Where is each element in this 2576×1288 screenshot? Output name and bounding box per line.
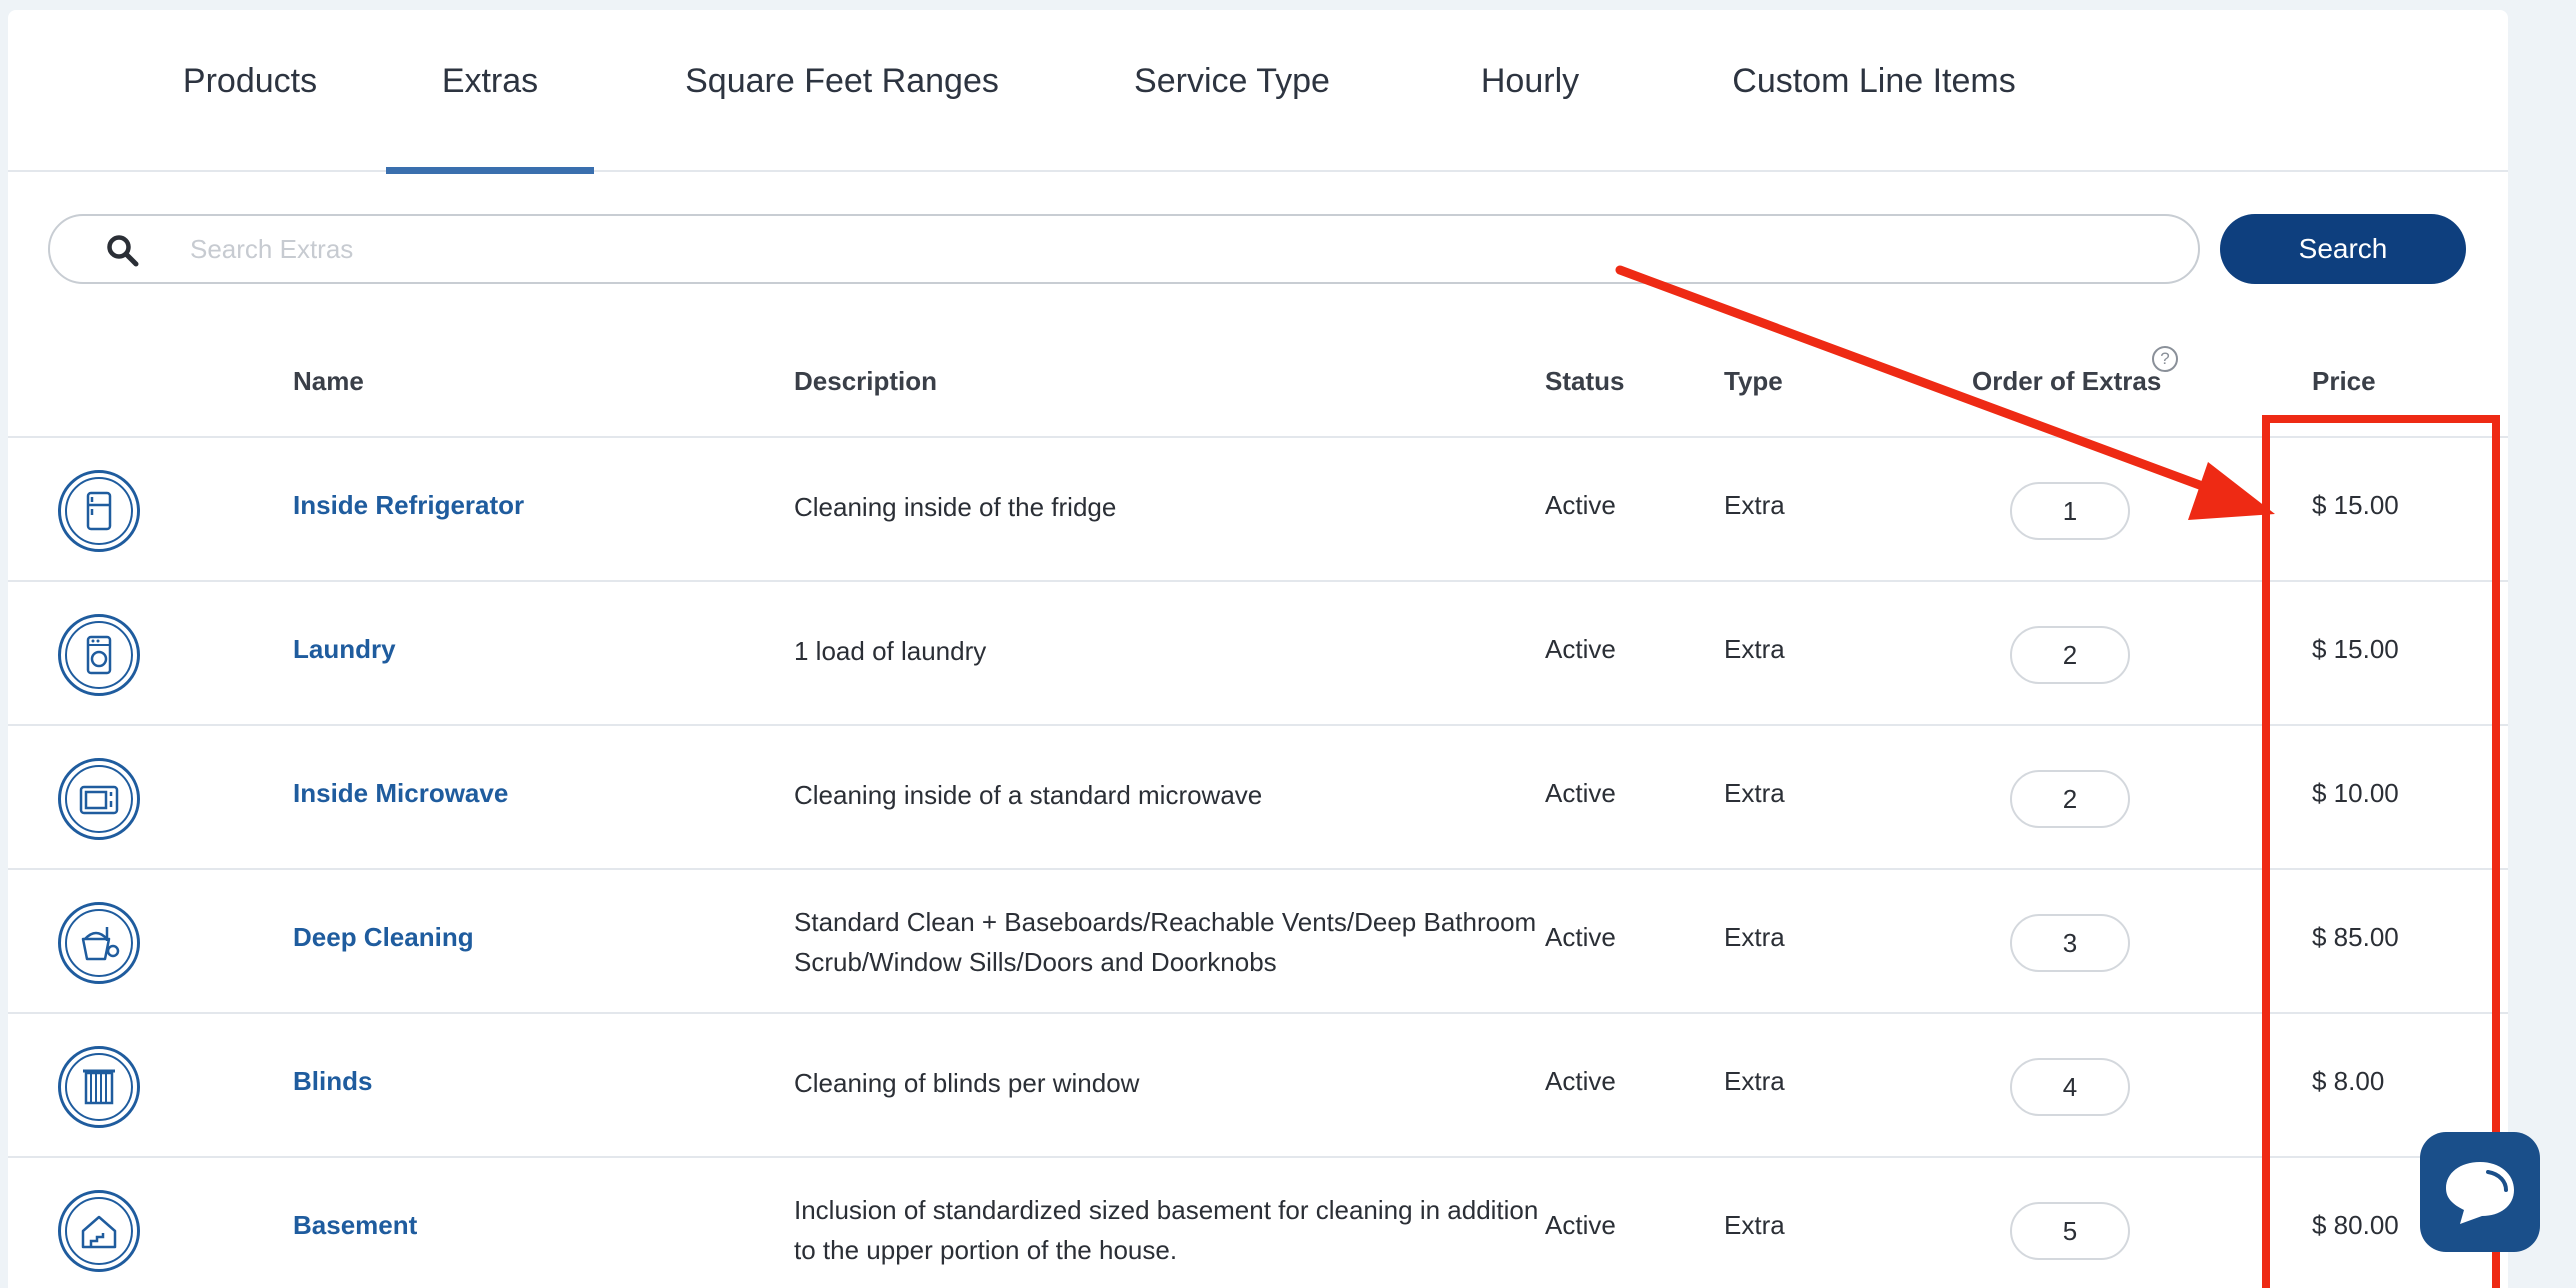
row-price: $ 15.00: [2312, 634, 2399, 664]
tab-extras[interactable]: Extras: [386, 10, 594, 174]
table-row[interactable]: Deep Cleaning Standard Clean + Baseboard…: [8, 870, 2508, 1014]
row-status: Active: [1545, 490, 1616, 520]
search-input[interactable]: [190, 222, 2170, 276]
column-header-status[interactable]: Status: [1545, 366, 1624, 397]
row-type: Extra: [1724, 1210, 1785, 1240]
order-input[interactable]: 5: [2010, 1202, 2130, 1260]
refrigerator-icon: [58, 470, 140, 552]
row-description: Cleaning inside of a standard microwave: [794, 780, 1263, 810]
table-row[interactable]: Laundry 1 load of laundry Active Extra 2…: [8, 582, 2508, 726]
blinds-icon: [58, 1046, 140, 1128]
tab-square-feet-ranges[interactable]: Square Feet Ranges: [680, 10, 1004, 172]
row-name-link[interactable]: Deep Cleaning: [293, 922, 474, 953]
row-price: $ 10.00: [2312, 778, 2399, 808]
basement-icon: [58, 1190, 140, 1272]
order-input[interactable]: 1: [2010, 482, 2130, 540]
row-type: Extra: [1724, 1066, 1785, 1096]
search-icon: [107, 235, 139, 267]
row-type: Extra: [1724, 634, 1785, 664]
order-input[interactable]: 3: [2010, 914, 2130, 972]
row-name-link[interactable]: Inside Microwave: [293, 778, 508, 809]
search-bar: [48, 214, 2200, 284]
row-type: Extra: [1724, 490, 1785, 520]
row-status: Active: [1545, 922, 1616, 952]
table-header: Name Description Status Type Order of Ex…: [8, 310, 2508, 438]
column-header-price[interactable]: Price: [2312, 366, 2376, 397]
row-name-link[interactable]: Laundry: [293, 634, 396, 665]
row-type: Extra: [1724, 778, 1785, 808]
tab-custom-line-items[interactable]: Custom Line Items: [1724, 10, 2024, 172]
chat-widget-button[interactable]: [2420, 1132, 2540, 1252]
row-description: Inclusion of standardized sized basement…: [794, 1195, 1539, 1265]
row-status: Active: [1545, 1066, 1616, 1096]
tab-products[interactable]: Products: [154, 10, 346, 172]
table-row[interactable]: Blinds Cleaning of blinds per window Act…: [8, 1014, 2508, 1158]
cleaning-bucket-icon: [58, 902, 140, 984]
row-name-link[interactable]: Blinds: [293, 1066, 372, 1097]
row-status: Active: [1545, 778, 1616, 808]
row-price: $ 15.00: [2312, 490, 2399, 520]
row-price: $ 80.00: [2312, 1210, 2399, 1240]
table-row[interactable]: Inside Refrigerator Cleaning inside of t…: [8, 438, 2508, 582]
search-button[interactable]: Search: [2220, 214, 2466, 284]
order-input[interactable]: 2: [2010, 626, 2130, 684]
row-name-link[interactable]: Basement: [293, 1210, 417, 1241]
order-input[interactable]: 4: [2010, 1058, 2130, 1116]
tab-service-type[interactable]: Service Type: [1120, 10, 1344, 172]
tab-bar: Products Extras Square Feet Ranges Servi…: [8, 10, 2508, 174]
column-header-type[interactable]: Type: [1724, 366, 1783, 397]
row-description: 1 load of laundry: [794, 636, 987, 666]
row-status: Active: [1545, 1210, 1616, 1240]
chat-bubble-icon: [2446, 1162, 2514, 1224]
row-price: $ 85.00: [2312, 922, 2399, 952]
microwave-icon: [58, 758, 140, 840]
row-price: $ 8.00: [2312, 1066, 2385, 1096]
column-header-order[interactable]: Order of Extras: [1972, 366, 2161, 397]
order-input[interactable]: 2: [2010, 770, 2130, 828]
row-description: Standard Clean + Baseboards/Reachable Ve…: [794, 907, 1537, 977]
washing-machine-icon: [58, 614, 140, 696]
tab-hourly[interactable]: Hourly: [1470, 10, 1590, 172]
help-icon[interactable]: ?: [2152, 346, 2178, 372]
extras-panel: Products Extras Square Feet Ranges Servi…: [8, 10, 2508, 1288]
table-row[interactable]: Inside Microwave Cleaning inside of a st…: [8, 726, 2508, 870]
row-description: Cleaning inside of the fridge: [794, 492, 1117, 522]
row-type: Extra: [1724, 922, 1785, 952]
row-status: Active: [1545, 634, 1616, 664]
row-description: Cleaning of blinds per window: [794, 1068, 1140, 1098]
table-row[interactable]: Basement Inclusion of standardized sized…: [8, 1158, 2508, 1288]
row-name-link[interactable]: Inside Refrigerator: [293, 490, 524, 521]
column-header-description[interactable]: Description: [794, 366, 937, 397]
column-header-name[interactable]: Name: [293, 366, 364, 397]
